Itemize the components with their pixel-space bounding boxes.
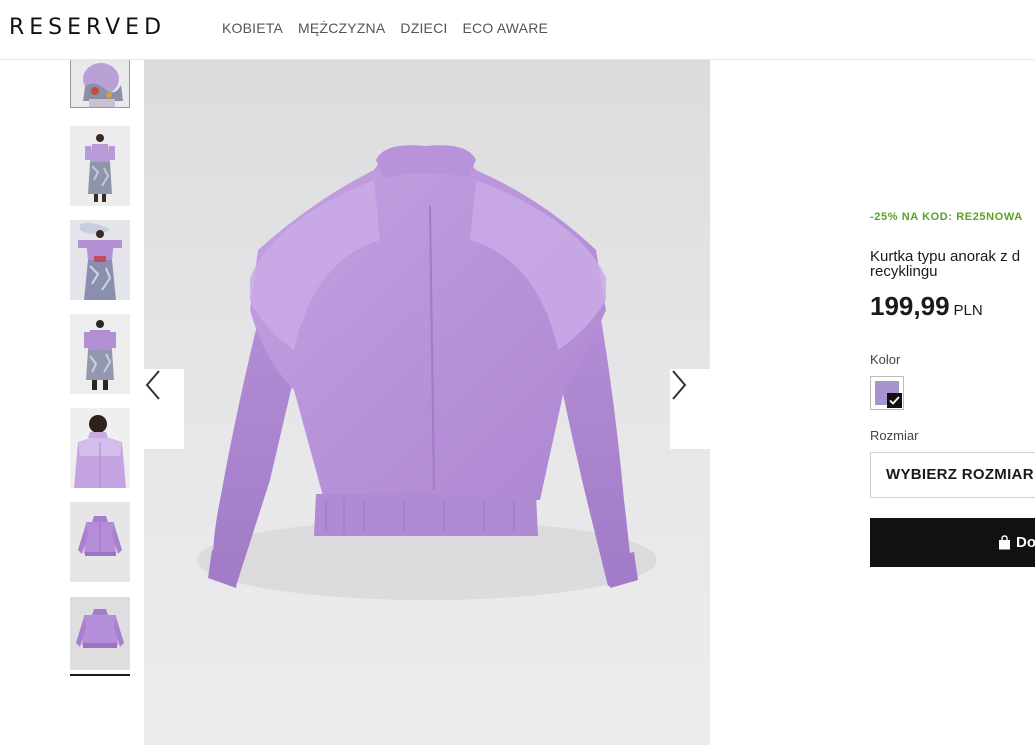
add-to-cart-label: Do	[1016, 534, 1035, 551]
site-header: RESERVED KOBIETA MĘŻCZYZNA DZIECI ECO AW…	[0, 0, 1035, 60]
product-details-panel: -25% NA KOD: RE25NOWA Kurtka typu anorak…	[870, 60, 1035, 745]
thumbnail-2[interactable]	[70, 126, 130, 206]
nav-item-kobieta[interactable]: KOBIETA	[222, 20, 283, 36]
reserved-logo[interactable]: RESERVED	[9, 15, 166, 40]
shopping-bag-icon	[999, 535, 1010, 550]
thumbnail-5[interactable]	[70, 408, 130, 488]
size-select[interactable]: WYBIERZ ROZMIAR	[870, 452, 1035, 498]
thumbnail-6[interactable]	[70, 502, 130, 582]
thumbnail-7[interactable]	[70, 597, 130, 670]
next-image-button[interactable]	[670, 369, 710, 449]
chevron-right-icon	[672, 370, 687, 400]
product-title: Kurtka typu anorak z d recyklingu	[870, 248, 1021, 280]
chevron-left-icon	[145, 370, 160, 400]
checkmark-icon	[887, 393, 902, 408]
nav-item-eco-aware[interactable]: ECO AWARE	[463, 20, 549, 36]
promo-code-label: -25% NA KOD: RE25NOWA	[870, 211, 1023, 223]
color-swatch-lavender[interactable]	[870, 376, 904, 410]
jacket-back-photo	[197, 145, 657, 600]
add-to-cart-button[interactable]: Do	[870, 518, 1035, 567]
active-thumbnail-indicator	[70, 674, 130, 676]
price-value: 199,99	[870, 291, 950, 321]
main-nav: KOBIETA MĘŻCZYZNA DZIECI ECO AWARE	[222, 20, 548, 36]
size-label: Rozmiar	[870, 428, 919, 443]
prev-image-button[interactable]	[144, 369, 184, 449]
product-price: 199,99 PLN	[870, 291, 983, 322]
price-currency: PLN	[953, 302, 983, 319]
product-main-image[interactable]	[144, 60, 710, 745]
thumbnail-3[interactable]	[70, 220, 130, 300]
nav-item-mezczyzna[interactable]: MĘŻCZYZNA	[298, 20, 385, 36]
color-label: Kolor	[870, 352, 901, 367]
thumbnail-4[interactable]	[70, 314, 130, 394]
nav-item-dzieci[interactable]: DZIECI	[400, 20, 447, 36]
